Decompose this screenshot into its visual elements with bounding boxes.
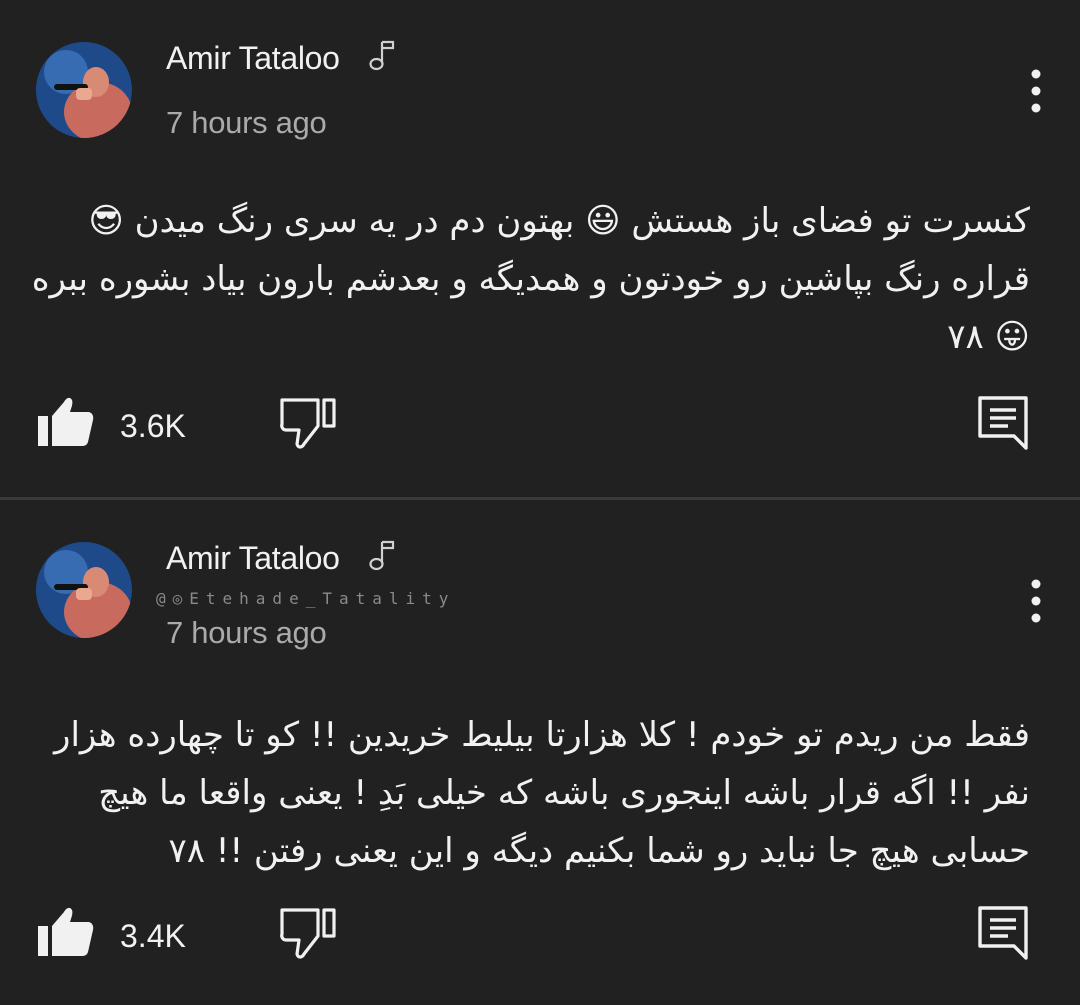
more-vertical-icon[interactable]: [1022, 578, 1050, 624]
comment-icon[interactable]: [976, 394, 1030, 450]
post-text: کنسرت تو فضای باز هستش 😃 بهتون دم در یه …: [31, 201, 1030, 357]
thumbs-down-icon[interactable]: [278, 904, 338, 962]
thumbs-up-icon[interactable]: [36, 902, 94, 960]
like-count: 3.4K: [120, 918, 186, 954]
post-timestamp: 7 hours ago: [166, 105, 327, 140]
avatar[interactable]: [36, 42, 132, 138]
community-post: Amir Tataloo 7 hours ago کنسرت تو فضای ب…: [0, 0, 1080, 498]
like-count: 3.6K: [120, 408, 186, 444]
post-timestamp: 7 hours ago: [166, 615, 327, 650]
author-name[interactable]: Amir Tataloo: [166, 38, 340, 78]
post-text: فقط من ریدم تو خودم ! کلا هزارتا بیلیط خ…: [54, 715, 1030, 871]
avatar-image: [36, 42, 132, 138]
watermark-text: @◎Etehade_Tatality: [156, 589, 456, 608]
community-post: Amir Tataloo @◎Etehade_Tatality 7 hours …: [0, 500, 1080, 1005]
avatar-image: [36, 542, 132, 638]
more-vertical-icon[interactable]: [1022, 68, 1050, 114]
thumbs-up-icon[interactable]: [36, 392, 94, 450]
author-name[interactable]: Amir Tataloo: [166, 538, 340, 578]
comment-icon[interactable]: [976, 904, 1030, 960]
music-note-icon: [369, 40, 395, 71]
thumbs-down-icon[interactable]: [278, 394, 338, 452]
music-note-icon: [369, 540, 395, 571]
avatar[interactable]: [36, 542, 132, 638]
